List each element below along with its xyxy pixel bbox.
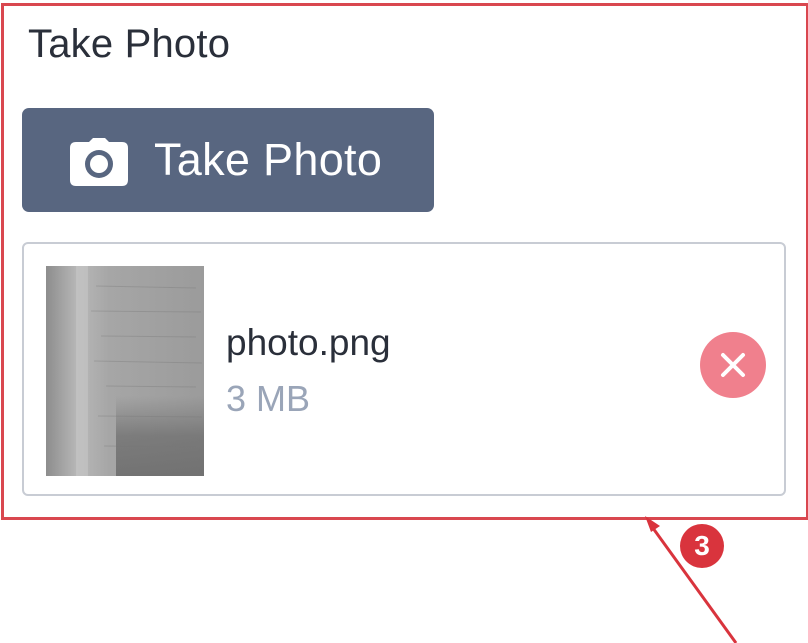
file-name: photo.png [226,322,391,363]
screenshot-stage: Take Photo Take Photo photo.png 3 MB 3 [0,0,808,643]
remove-file-button[interactable] [700,332,766,398]
file-size: 3 MB [226,378,311,419]
section-title: Take Photo [28,22,231,66]
annotation-step-badge: 3 [680,524,724,568]
photo-thumbnail [46,266,204,476]
close-icon [721,353,745,377]
uploaded-file-card: photo.png 3 MB [22,242,786,496]
take-photo-button[interactable]: Take Photo [22,108,434,212]
take-photo-button-label: Take Photo [154,134,383,185]
camera-icon [70,138,128,186]
